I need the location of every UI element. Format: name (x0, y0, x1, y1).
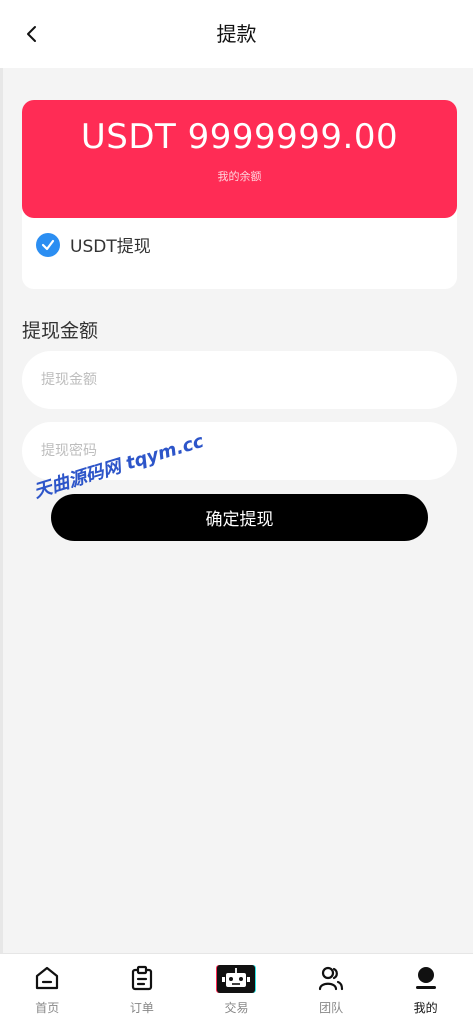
tab-home[interactable]: 首页 (0, 954, 95, 1024)
confirm-withdraw-button[interactable]: 确定提现 (51, 494, 428, 541)
balance-label: 我的余额 (217, 170, 262, 183)
amount-field-wrap (22, 351, 457, 409)
tab-home-label: 首页 (35, 1001, 60, 1015)
robot-icon (215, 963, 257, 995)
check-circle-icon (36, 232, 60, 257)
tab-team[interactable]: 团队 (284, 954, 379, 1024)
tab-mine-label: 我的 (413, 1001, 438, 1015)
user-icon (411, 963, 441, 993)
left-edge (0, 0, 3, 1024)
amount-input[interactable] (22, 351, 457, 409)
tab-mine[interactable]: 我的 (378, 954, 473, 1024)
amount-section-title: 提现金额 (22, 320, 99, 342)
page-title: 提款 (216, 22, 257, 46)
home-icon (32, 963, 62, 993)
method-label: USDT提现 (70, 237, 151, 257)
tab-trade[interactable]: 交易 (189, 954, 284, 1024)
password-field-wrap (22, 422, 457, 480)
tab-bar: 首页 订单 交易 团队 我的 (0, 953, 473, 1024)
tab-orders-label: 订单 (129, 1001, 154, 1015)
tab-team-label: 团队 (319, 1001, 344, 1015)
header: 提款 (0, 0, 473, 68)
tab-trade-label: 交易 (224, 1001, 249, 1015)
clipboard-icon (127, 963, 157, 993)
withdraw-method-card: USDT提现 (22, 208, 457, 289)
method-option-usdt[interactable]: USDT提现 (36, 232, 151, 257)
balance-amount: USDT 9999999.00 (80, 117, 399, 157)
balance-card: USDT 9999999.00 我的余额 (22, 100, 457, 218)
tab-orders[interactable]: 订单 (95, 954, 190, 1024)
team-icon (316, 963, 346, 993)
password-input[interactable] (22, 422, 457, 480)
